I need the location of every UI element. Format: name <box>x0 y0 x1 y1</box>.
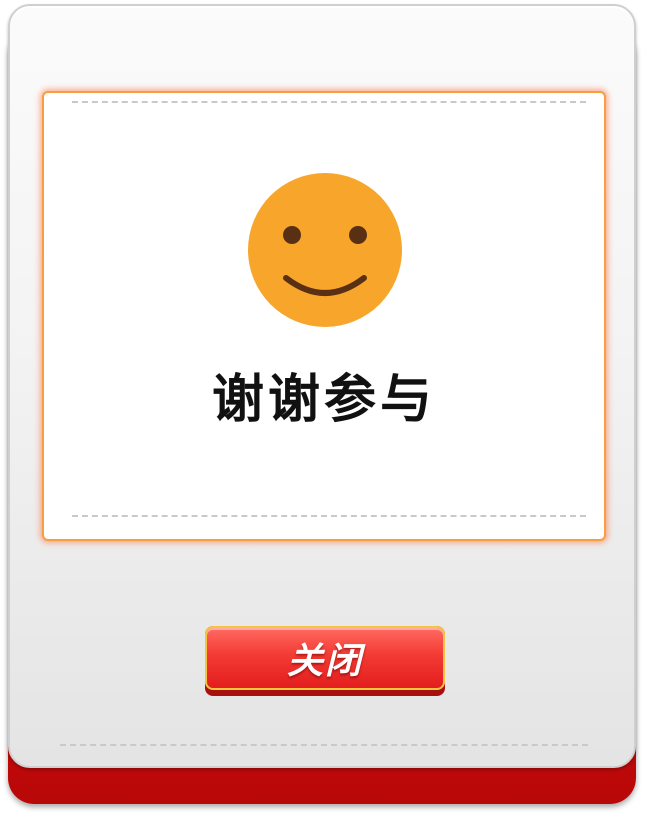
result-dialog: 谢谢参与 关闭 <box>8 4 636 804</box>
result-message: 谢谢参与 <box>211 370 436 430</box>
close-button-label: 关闭 <box>286 641 363 682</box>
smiley-face-icon <box>248 173 402 327</box>
divider <box>72 101 586 103</box>
divider <box>72 515 586 517</box>
close-button[interactable]: 关闭 <box>205 626 445 696</box>
divider <box>60 744 588 746</box>
close-button-face[interactable]: 关闭 <box>205 626 445 690</box>
dialog-panel: 谢谢参与 关闭 <box>8 4 636 768</box>
result-card: 谢谢参与 <box>42 91 606 541</box>
